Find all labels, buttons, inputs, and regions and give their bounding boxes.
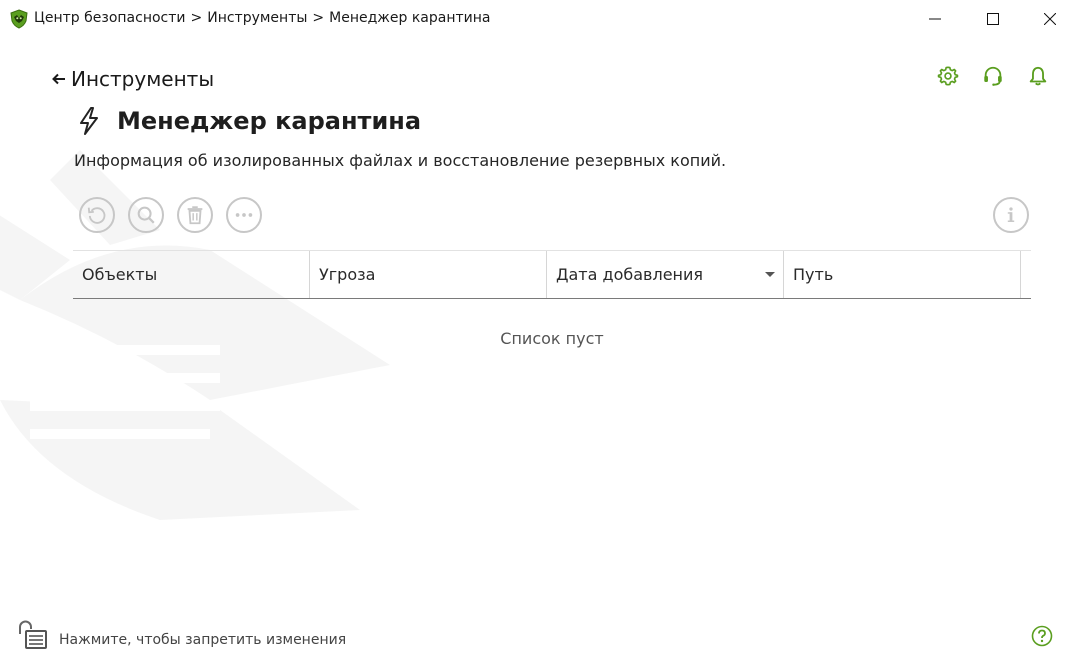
info-icon	[1007, 207, 1015, 222]
bell-icon	[1029, 66, 1047, 86]
more-icon	[235, 213, 253, 217]
trash-icon	[187, 206, 203, 225]
settings-button[interactable]	[937, 65, 959, 87]
more-button[interactable]	[226, 197, 262, 233]
breadcrumb-item: Менеджер карантина	[329, 10, 491, 26]
breadcrumb: Центр безопасности > Инструменты > Менеджер …	[34, 10, 490, 26]
column-header-date-added[interactable]: Дата добавления	[547, 251, 784, 298]
minimize-icon	[929, 18, 941, 20]
breadcrumb-separator: >	[190, 10, 203, 26]
back-link-label: Инструменты	[71, 67, 215, 91]
breadcrumb-separator: >	[312, 10, 325, 26]
gear-icon	[937, 66, 959, 86]
info-button[interactable]	[993, 197, 1029, 233]
close-icon	[1044, 13, 1056, 25]
unlocked-padlock-icon[interactable]	[16, 618, 48, 650]
restore-icon	[87, 207, 106, 224]
minimize-button[interactable]	[912, 0, 958, 38]
column-header-label: Дата добавления	[556, 265, 704, 284]
arrow-left-icon	[52, 73, 65, 85]
maximize-button[interactable]	[970, 0, 1016, 38]
scan-button[interactable]	[128, 197, 164, 233]
lock-changes-link[interactable]: Нажмите, чтобы запретить изменения	[59, 632, 346, 648]
column-header-label: Угроза	[319, 265, 376, 284]
headset-icon	[984, 66, 1002, 86]
column-header-objects[interactable]: Объекты	[73, 251, 310, 298]
page-title: Менеджер карантина	[117, 107, 422, 135]
search-icon	[137, 206, 155, 224]
title-bar: Центр безопасности > Инструменты > Менеджер …	[0, 0, 1081, 38]
lightning-icon	[80, 107, 98, 135]
breadcrumb-item[interactable]: Инструменты	[207, 10, 307, 26]
quarantine-table: Объекты Угроза Дата добавления Путь Спис…	[73, 250, 1031, 348]
sort-descending-icon	[765, 272, 775, 277]
column-header-path[interactable]: Путь	[784, 251, 1021, 298]
column-header-label: Путь	[793, 265, 834, 284]
delete-button[interactable]	[177, 197, 213, 233]
support-button[interactable]	[982, 65, 1004, 87]
page-description: Информация об изолированных файлах и вос…	[74, 151, 727, 170]
notifications-button[interactable]	[1027, 65, 1049, 87]
column-header-label: Объекты	[82, 265, 158, 284]
close-button[interactable]	[1027, 0, 1073, 38]
help-icon[interactable]	[1031, 625, 1053, 647]
app-logo-icon	[10, 9, 28, 29]
table-header: Объекты Угроза Дата добавления Путь	[73, 250, 1031, 299]
restore-button[interactable]	[79, 197, 115, 233]
back-link[interactable]: Инструменты	[52, 66, 214, 92]
maximize-icon	[987, 13, 999, 25]
column-header-threat[interactable]: Угроза	[310, 251, 547, 298]
breadcrumb-item[interactable]: Центр безопасности	[34, 10, 185, 26]
empty-list-message: Список пуст	[500, 329, 604, 348]
